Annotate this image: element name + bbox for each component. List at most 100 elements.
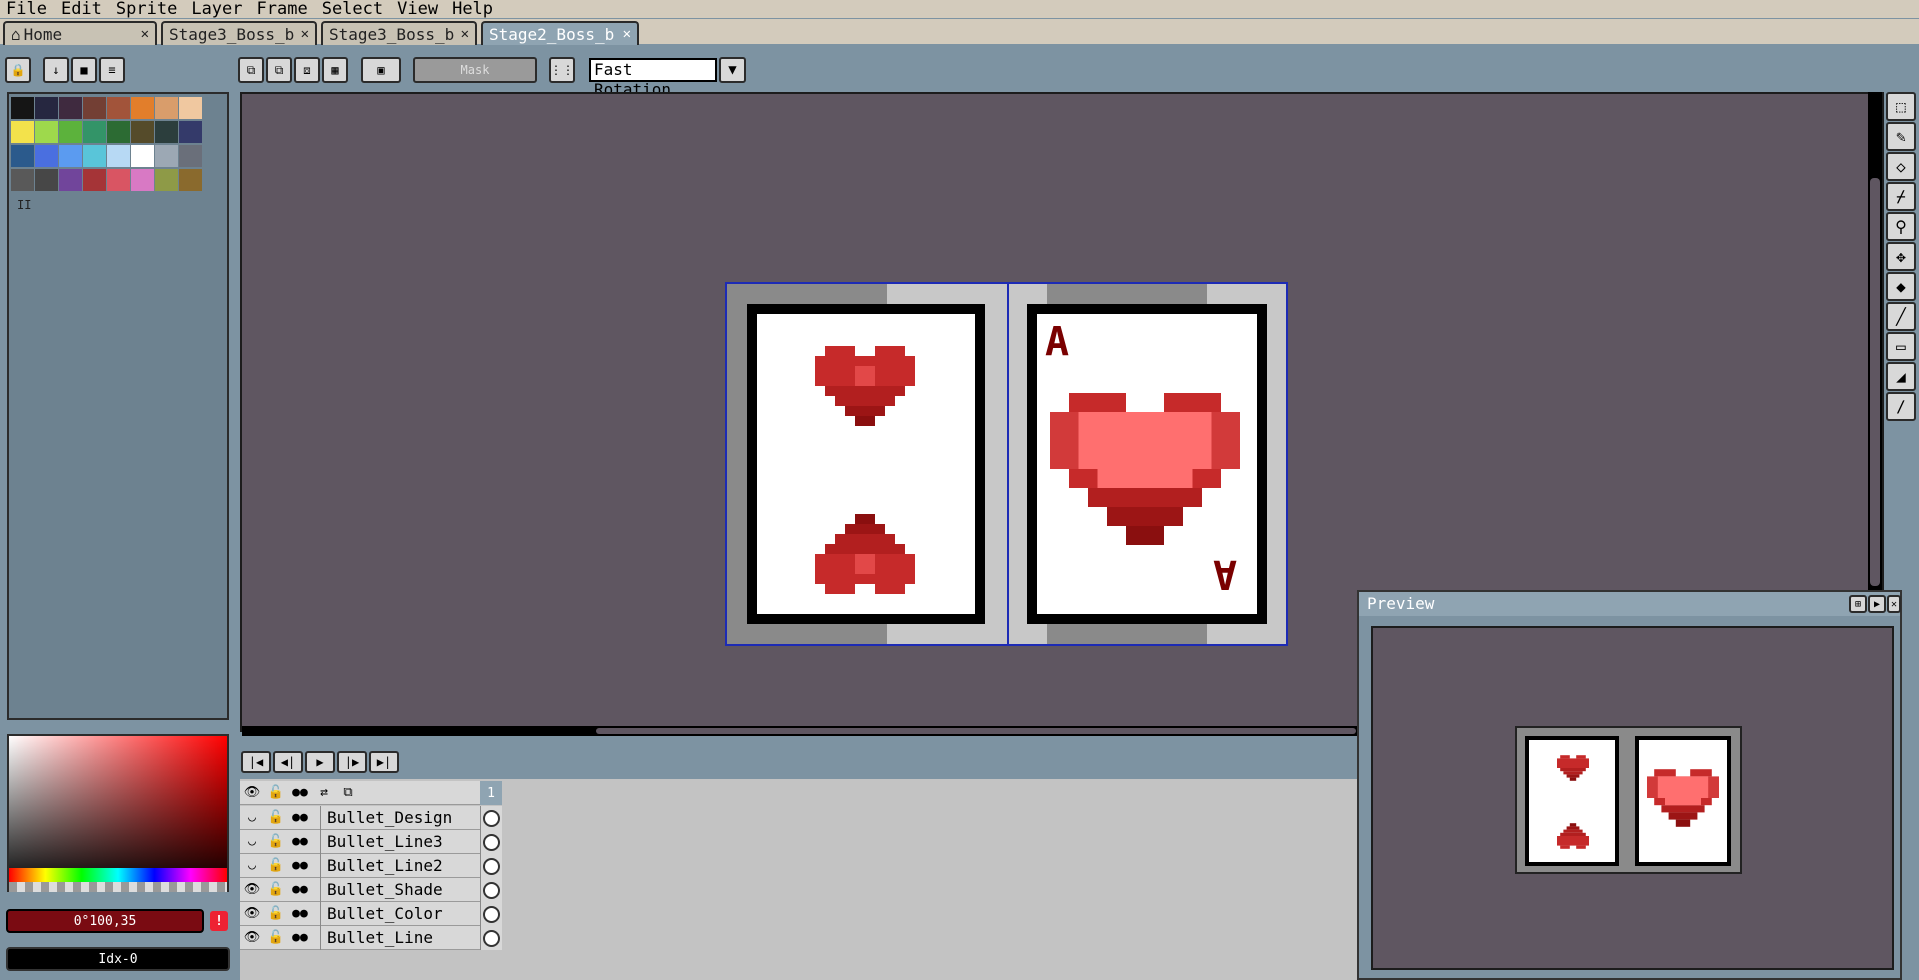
rectangular-marquee-icon[interactable]: ⬚ [1886,92,1916,121]
layer-name[interactable]: Bullet_Shade [320,877,482,902]
rotation-algorithm-select[interactable]: Fast Rotation [589,58,717,99]
eraser-icon[interactable]: ◇ [1886,152,1916,181]
palette-swatch[interactable] [155,169,178,191]
palette-swatch[interactable] [107,97,130,119]
onion-skin-icon[interactable]: ●● [288,834,312,849]
square-icon[interactable]: ■ [71,57,97,83]
layer-row[interactable]: ◡ 🔓 ●● Bullet_Line2 [240,853,502,878]
layer-name[interactable]: Bullet_Design [320,805,482,830]
palette-resize-handle[interactable]: II [17,198,31,212]
eye-icon[interactable]: 👁 [240,930,264,945]
menu-edit[interactable]: Edit [55,0,110,18]
eye-closed-icon[interactable]: ◡ [240,834,264,849]
preview-canvas[interactable] [1371,626,1894,970]
menu-file[interactable]: File [0,0,55,18]
layer-row[interactable]: ◡ 🔓 ●● Bullet_Design [240,805,502,830]
palette-swatch[interactable] [59,145,82,167]
cel[interactable] [480,878,502,902]
layer-icon[interactable]: ⧉ [336,785,360,800]
tab-home[interactable]: ⌂ Home ✕ [3,21,157,45]
menu-layer[interactable]: Layer [185,0,250,18]
palette-swatch[interactable] [35,97,58,119]
palette-swatch[interactable] [131,169,154,191]
layer-row[interactable]: 👁 🔓 ●● Bullet_Color [240,901,502,926]
menu-frame[interactable]: Frame [251,0,316,18]
cel[interactable] [480,830,502,854]
layer-name[interactable]: Bullet_Line2 [320,853,482,878]
next-frame-icon[interactable]: |▶ [337,751,367,773]
palette-swatch[interactable] [155,145,178,167]
paint-bucket-icon[interactable]: ◆ [1886,272,1916,301]
palette-swatch[interactable] [11,97,34,119]
eye-icon[interactable]: 👁 [240,882,264,897]
foreground-color-field[interactable]: 0°100,35 [6,909,204,933]
menu-sprite[interactable]: Sprite [110,0,185,18]
close-icon[interactable]: ✕ [301,26,309,42]
vertical-scroll-thumb[interactable] [1870,178,1880,586]
cel[interactable] [480,902,502,926]
hue-slider[interactable] [9,868,227,882]
previous-frame-icon[interactable]: ◀| [273,751,303,773]
palette-swatch[interactable] [131,97,154,119]
center-icon[interactable]: ⊞ [1849,595,1867,613]
last-frame-icon[interactable]: ▶| [369,751,399,773]
selection-subtract-icon[interactable]: ⧈ [294,57,320,83]
palette-swatch[interactable] [35,145,58,167]
line-icon[interactable]: ╱ [1886,302,1916,331]
palette-swatch[interactable] [155,97,178,119]
onion-skin-icon[interactable]: ●● [288,785,312,800]
onion-skin-icon[interactable]: ●● [288,858,312,873]
warning-icon[interactable]: ! [210,911,228,931]
onion-skin-icon[interactable]: ●● [288,810,312,825]
eye-closed-icon[interactable]: ◡ [240,858,264,873]
lock-icon[interactable]: 🔓 [264,810,288,825]
palette-swatch[interactable] [59,121,82,143]
rectangle-icon[interactable]: ▭ [1886,332,1916,361]
tab-stage3-boss-2[interactable]: Stage3_Boss_b ✕ [321,21,477,45]
contour-icon[interactable]: ◢ [1886,362,1916,391]
palette-swatch[interactable] [179,121,202,143]
palette-swatch[interactable] [83,145,106,167]
palette-swatch[interactable] [131,145,154,167]
eye-icon[interactable]: 👁 [240,785,264,800]
play-icon[interactable]: ▶ [305,751,335,773]
lock-icon[interactable]: 🔓 [264,785,288,800]
preview-title[interactable]: Preview [1359,592,1900,616]
onion-skin-icon[interactable]: ●● [288,930,312,945]
close-icon[interactable]: ✕ [141,26,149,42]
palette-swatch[interactable] [107,121,130,143]
horizontal-scroll-thumb[interactable] [596,728,1356,734]
menu-view[interactable]: View [391,0,446,18]
layer-name[interactable]: Bullet_Line3 [320,829,482,854]
palette-swatch[interactable] [179,97,202,119]
palette-swatch[interactable] [35,121,58,143]
cel[interactable] [480,854,502,878]
eyedropper-icon[interactable]: ⌿ [1886,182,1916,211]
palette-swatch[interactable] [107,169,130,191]
selection-add-icon[interactable]: ⧉ [266,57,292,83]
close-icon[interactable]: ✕ [1887,595,1901,613]
palette-swatch[interactable] [11,121,34,143]
frame-header[interactable]: 1 [480,781,502,805]
lock-icon[interactable]: 🔓 [264,906,288,921]
palette-swatch[interactable] [131,121,154,143]
cel[interactable] [480,806,502,830]
close-icon[interactable]: ✕ [461,26,469,42]
layer-row[interactable]: 👁 🔓 ●● Bullet_Shade [240,877,502,902]
lock-icon[interactable]: 🔓 [264,834,288,849]
tab-stage2-boss[interactable]: Stage2_Boss_b ✕ [481,21,639,45]
close-icon[interactable]: ✕ [623,26,631,42]
palette-swatch[interactable] [179,145,202,167]
transparent-color-icon[interactable]: ▣ [361,57,401,83]
blur-icon[interactable]: ∕ [1886,392,1916,421]
pencil-icon[interactable]: ✎ [1886,122,1916,151]
lock-icon[interactable]: 🔒 [5,57,31,83]
pivot-icon[interactable]: ⋮⋮ [549,57,575,83]
palette-swatch[interactable] [83,121,106,143]
menu-help[interactable]: Help [446,0,501,18]
background-color-field[interactable]: Idx-0 [6,947,230,971]
zoom-icon[interactable]: ⚲ [1886,212,1916,241]
layer-row[interactable]: ◡ 🔓 ●● Bullet_Line3 [240,829,502,854]
palette-swatch[interactable] [107,145,130,167]
lock-icon[interactable]: 🔓 [264,882,288,897]
